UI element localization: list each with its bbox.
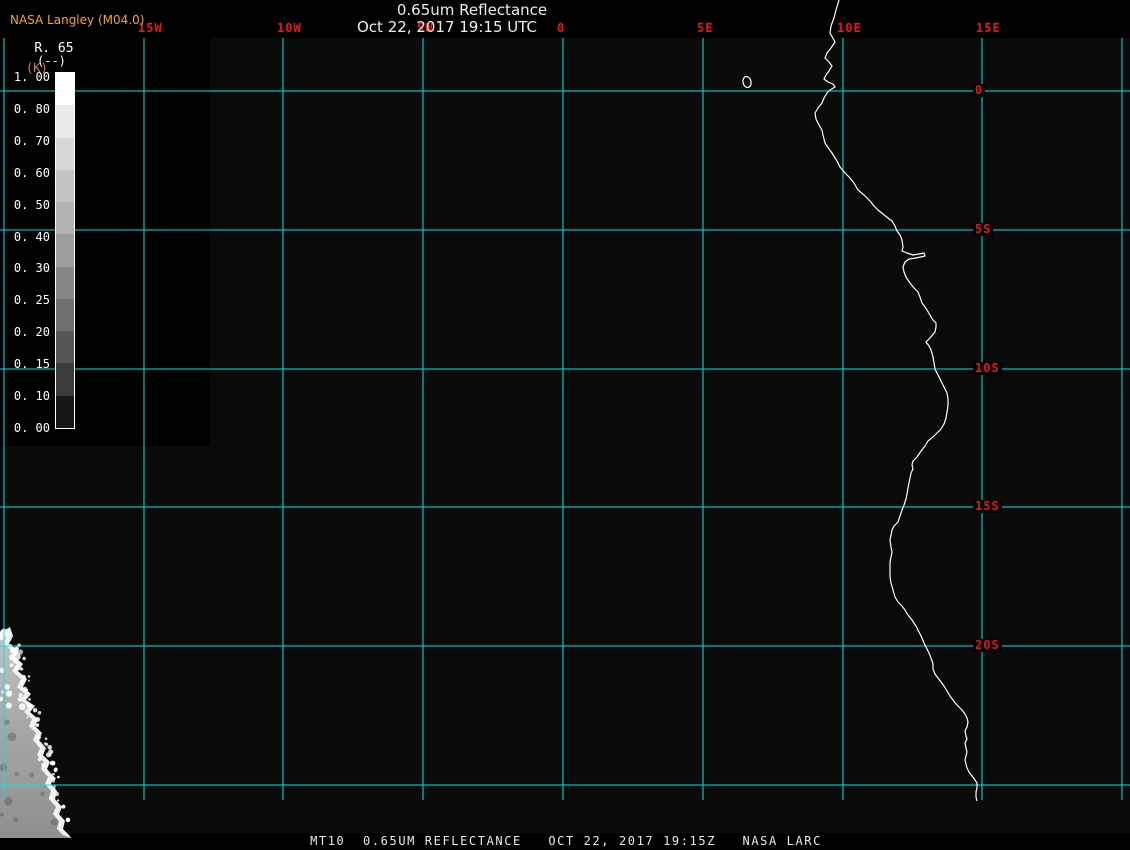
longitude-label: 10E — [837, 21, 862, 35]
page-title: 0.65um Reflectance — [396, 1, 548, 19]
colorbar-tick: 0. 30 — [13, 261, 50, 276]
colorbar-tick: 0. 80 — [13, 101, 50, 116]
timestamp-label: Oct 22, 2017 19:15 UTC — [357, 18, 537, 36]
colorbar-units: (--) — [37, 54, 66, 68]
colorbar-tick: 0. 60 — [13, 165, 50, 180]
longitude-label: 0 — [557, 21, 566, 35]
colorbar-tick: 0. 00 — [13, 420, 50, 435]
latitude-label: 15S — [973, 499, 1002, 513]
geo-label-layer: R. 65 (K) (--) 1. 00 0. 80 0. 70 0. 60 0. 50… — [0, 0, 1130, 850]
latitude-label: 5S — [973, 222, 994, 236]
longitude-label: 10W — [277, 21, 302, 35]
satellite-viewer: R. 65 (K) (--) 1. 00 0. 80 0. 70 0. 60 0. 50… — [0, 0, 1130, 850]
longitude-label: 15E — [976, 21, 1001, 35]
colorbar-tick: 0. 40 — [13, 229, 50, 244]
status-bar-text: MT10 0.65UM REFLECTANCE OCT 22, 2017 19:… — [310, 834, 822, 848]
colorbar-tick: 1. 00 — [13, 70, 50, 84]
longitude-label: 5E — [697, 21, 714, 35]
latitude-label: 20S — [973, 638, 1002, 652]
colorbar-tick: 0. 50 — [13, 197, 50, 212]
colorbar-tick: 0. 70 — [13, 133, 50, 148]
colorbar-tick: 0. 20 — [13, 325, 50, 340]
credit-label: NASA Langley (M04.0) — [10, 13, 145, 27]
colorbar-tick: 0. 10 — [13, 389, 50, 403]
colorbar-tick: 0. 15 — [13, 357, 50, 372]
latitude-label: 10S — [973, 361, 1002, 375]
latitude-label: 0 — [973, 83, 986, 97]
colorbar-tick: 0. 25 — [13, 293, 50, 308]
